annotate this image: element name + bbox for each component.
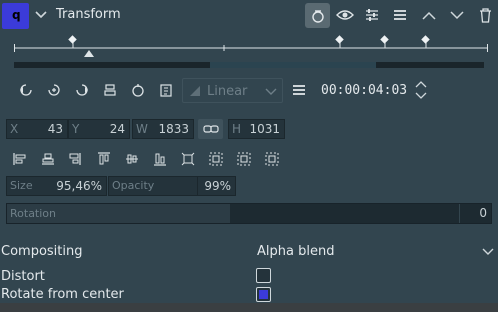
w-field[interactable]: W 1833 bbox=[132, 119, 194, 139]
align-top-icon[interactable] bbox=[96, 151, 112, 167]
move-up-icon[interactable] bbox=[421, 8, 437, 22]
opacity-field[interactable]: Opacity 99% bbox=[108, 176, 236, 196]
align-hcenter-icon[interactable] bbox=[40, 151, 56, 167]
add-keyframe-icon[interactable] bbox=[46, 82, 62, 98]
effect-title: Transform bbox=[56, 7, 121, 22]
checkbox-check-mark bbox=[259, 290, 268, 299]
collapse-chevron-icon[interactable] bbox=[34, 8, 48, 22]
y-field[interactable]: Y 24 bbox=[68, 119, 130, 139]
seek-bar[interactable] bbox=[14, 62, 484, 68]
fit-frame-icon[interactable] bbox=[180, 151, 196, 167]
keyframe-options-icon[interactable] bbox=[130, 82, 146, 98]
align-keyframe-icon[interactable] bbox=[102, 82, 118, 98]
trash-icon[interactable] bbox=[477, 6, 493, 24]
rotate-from-center-checkbox[interactable] bbox=[256, 287, 271, 302]
compositing-select[interactable]: Alpha blend bbox=[252, 240, 496, 262]
keyframe-toggle-button[interactable] bbox=[305, 3, 330, 28]
compositing-label: Compositing bbox=[1, 244, 83, 259]
curve-icon bbox=[190, 86, 200, 96]
link-ratio-button[interactable] bbox=[198, 119, 223, 139]
rotate-from-center-label: Rotate from center bbox=[1, 287, 124, 302]
keyframe-ruler[interactable] bbox=[14, 33, 488, 59]
distort-checkbox[interactable] bbox=[256, 268, 271, 283]
size-field[interactable]: Size 95,46% bbox=[6, 176, 107, 196]
interpolation-select[interactable]: Linear bbox=[182, 78, 283, 103]
effect-badge: q bbox=[2, 3, 29, 29]
align-right-icon[interactable] bbox=[68, 151, 84, 167]
next-keyframe-icon[interactable] bbox=[74, 82, 90, 98]
bottom-strip bbox=[0, 303, 498, 312]
align-bottom-icon[interactable] bbox=[152, 151, 168, 167]
chevron-down-icon bbox=[482, 248, 494, 255]
align-vcenter-icon[interactable] bbox=[124, 151, 140, 167]
x-field[interactable]: X 43 bbox=[6, 119, 68, 139]
timecode[interactable]: 00:00:04:03 bbox=[321, 83, 407, 98]
distort-label: Distort bbox=[1, 269, 45, 284]
rotation-slider[interactable]: Rotation 0 bbox=[6, 203, 492, 224]
previous-keyframe-icon[interactable] bbox=[18, 82, 34, 98]
timecode-up-icon[interactable] bbox=[414, 80, 428, 89]
link-icon bbox=[202, 125, 219, 133]
keyframe-toggle-icon bbox=[311, 9, 324, 23]
effect-header: q Transform bbox=[0, 0, 498, 31]
align-left-icon[interactable] bbox=[12, 151, 28, 167]
eye-icon[interactable] bbox=[335, 7, 355, 23]
fill-frame-icon[interactable] bbox=[264, 151, 280, 167]
hamburger-menu-icon[interactable] bbox=[291, 83, 307, 97]
paste-icon[interactable] bbox=[158, 82, 174, 98]
h-field[interactable]: H 1031 bbox=[228, 119, 285, 139]
menu-icon[interactable] bbox=[392, 8, 408, 22]
fit-width-icon[interactable] bbox=[208, 151, 224, 167]
adjust-icon[interactable] bbox=[364, 7, 380, 23]
timecode-down-icon[interactable] bbox=[414, 91, 428, 100]
move-down-icon[interactable] bbox=[449, 8, 465, 22]
fit-height-icon[interactable] bbox=[236, 151, 252, 167]
chevron-down-icon bbox=[265, 88, 277, 95]
